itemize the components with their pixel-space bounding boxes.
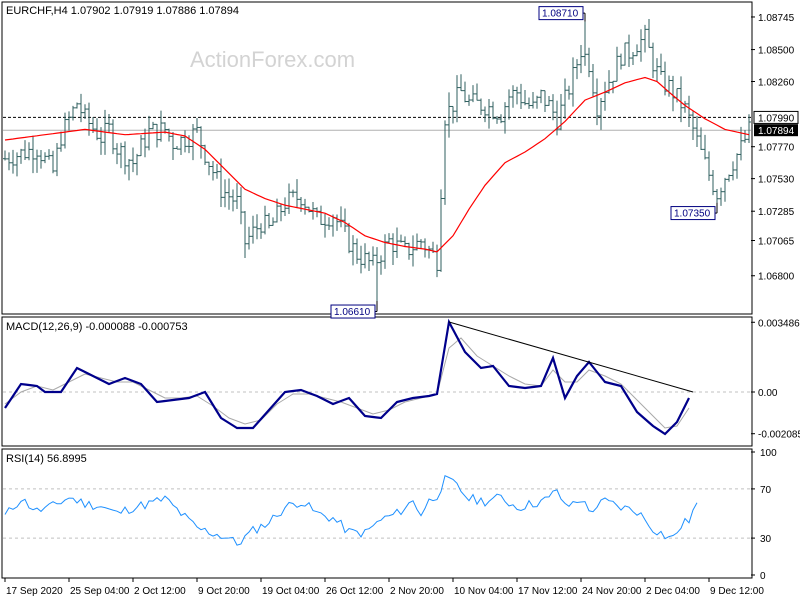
price-tick-label: 1.07770 xyxy=(758,143,795,154)
x-tick-label: 17 Sep 2020 xyxy=(6,586,63,597)
price-tick-label: 1.08745 xyxy=(758,13,795,24)
resistance-price-label: 1.07990 xyxy=(758,113,795,124)
x-tick-label: 25 Sep 04:00 xyxy=(70,586,130,597)
macd-panel-title: MACD(12,26,9) -0.000088 -0.000753 xyxy=(6,321,188,333)
rsi-tick-label: 30 xyxy=(760,534,772,545)
x-tick-label: 24 Nov 20:00 xyxy=(582,586,642,597)
rsi-tick-label: 0 xyxy=(760,571,766,582)
background xyxy=(0,0,800,600)
x-tick-label: 2 Nov 20:00 xyxy=(390,586,444,597)
x-tick-label: 9 Dec 12:00 xyxy=(710,586,764,597)
price-tick-label: 1.07285 xyxy=(758,207,795,218)
x-tick-label: 9 Oct 20:00 xyxy=(198,586,250,597)
watermark-text: ActionForex.com xyxy=(190,47,355,72)
rsi-panel-title: RSI(14) 56.8995 xyxy=(6,453,87,465)
x-tick-label: 2 Dec 04:00 xyxy=(646,586,700,597)
x-tick-label: 19 Oct 04:00 xyxy=(262,586,320,597)
chart-root: ActionForex.com 1.08710 1.07350 1.06610 1.… xyxy=(0,0,800,600)
x-tick-label: 26 Oct 12:00 xyxy=(326,586,384,597)
annotation-label: 1.07350 xyxy=(674,209,711,220)
macd-tick-label: 0.00 xyxy=(758,388,778,399)
annotation-label: 1.06610 xyxy=(334,307,371,318)
rsi-tick-label: 70 xyxy=(760,485,772,496)
last-price-label: 1.07894 xyxy=(758,126,795,137)
price-tick-label: 1.07065 xyxy=(758,236,795,247)
x-tick-label: 2 Oct 12:00 xyxy=(134,586,186,597)
price-tick-label: 1.08500 xyxy=(758,46,795,57)
annotation-label: 1.08710 xyxy=(542,9,579,20)
price-tick-label: 1.07530 xyxy=(758,175,795,186)
rsi-tick-label: 100 xyxy=(760,448,777,459)
macd-tick-label: 0.003486 xyxy=(758,318,800,329)
price-panel-title: EURCHF,H4 1.07902 1.07919 1.07886 1.0789… xyxy=(6,5,239,17)
macd-tick-label: -0.002085 xyxy=(758,430,800,441)
price-axis-group: 1.06800 1.07065 1.07285 1.07530 1.07770 1.082… xyxy=(751,13,799,283)
x-tick-label: 17 Nov 12:00 xyxy=(518,586,578,597)
price-tick-label: 1.06800 xyxy=(758,272,795,283)
price-tick-label: 1.08260 xyxy=(758,77,795,88)
x-tick-label: 10 Nov 04:00 xyxy=(454,586,514,597)
